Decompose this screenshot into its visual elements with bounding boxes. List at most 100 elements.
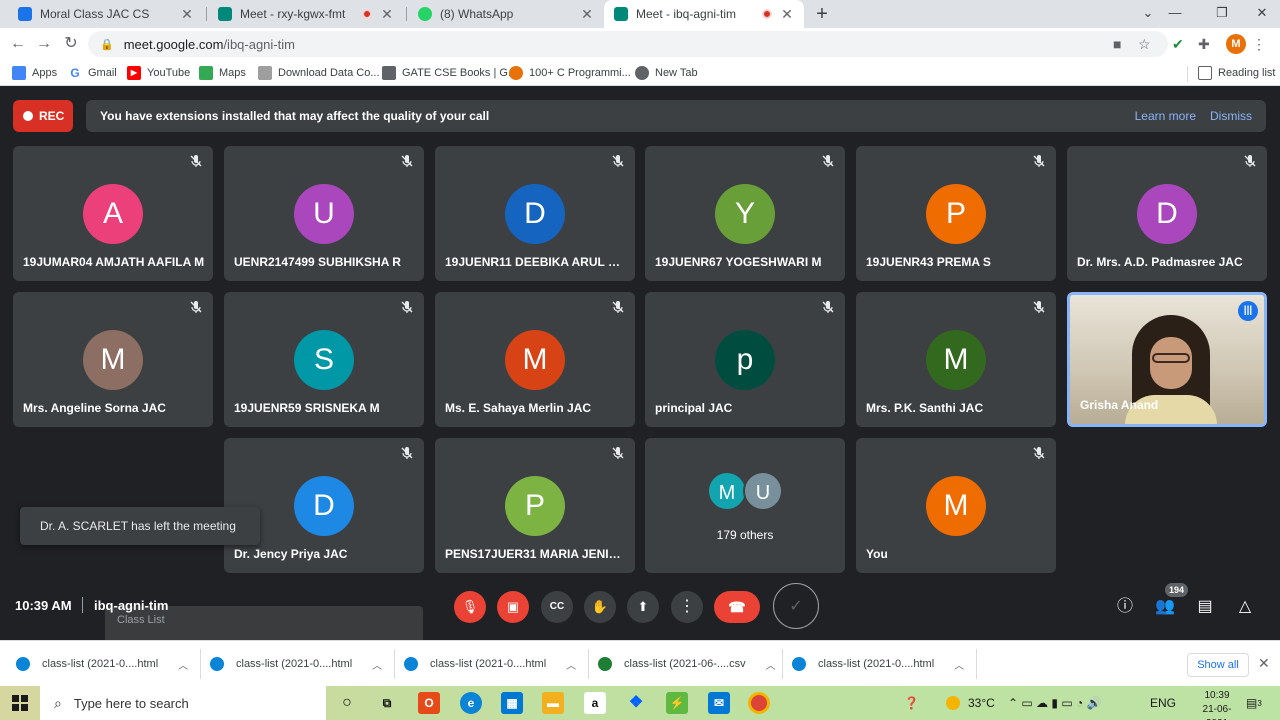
participant-tile[interactable]: D 19JUENR11 DEEBIKA ARUL MAL... [435, 146, 635, 281]
profile-avatar[interactable]: M [1226, 34, 1246, 54]
participant-tile[interactable]: M Mrs. P.K. Santhi JAC [856, 292, 1056, 427]
raise-hand-button[interactable]: ✋ [584, 591, 616, 623]
mic-off-button[interactable]: 🎙 [454, 591, 486, 623]
recording-icon [762, 9, 772, 19]
task-view-icon[interactable]: ⧉ [376, 692, 398, 714]
weather-widget[interactable]: 33°C [946, 686, 995, 720]
edge-icon[interactable]: e [460, 692, 482, 714]
tab-meet-ibq[interactable]: Meet - ibq-agni-tim ✕ [604, 0, 804, 28]
download-item[interactable]: class-list (2021-0....html ︿ [404, 641, 576, 687]
system-clock[interactable]: 10:3921-06-2021 [1192, 689, 1242, 720]
bookmark-youtube[interactable]: ▶ YouTube [127, 64, 190, 82]
chat-icon[interactable]: ▤ [1193, 595, 1217, 619]
record-dot-icon [23, 111, 33, 121]
language-indicator[interactable]: ENG [1150, 686, 1176, 720]
download-item[interactable]: class-list (2021-0....html ︿ [210, 641, 382, 687]
participant-tile[interactable]: M Mrs. Angeline Sorna JAC [13, 292, 213, 427]
participant-tile[interactable]: S 19JUENR59 SRISNEKA M [224, 292, 424, 427]
chevron-up-icon[interactable]: ︿ [178, 657, 188, 672]
show-all-button[interactable]: Show all [1187, 653, 1249, 677]
tab-meet-rxy[interactable]: Meet - rxy-kgwx-fmt ✕ [208, 0, 404, 28]
extension-check-button[interactable]: ✓ [773, 583, 819, 629]
participant-tile[interactable]: Y 19JUENR67 YOGESHWARI M [645, 146, 845, 281]
close-icon[interactable]: ✕ [1258, 655, 1270, 672]
participant-tile[interactable]: D Dr. Jency Priya JAC [224, 438, 424, 573]
bookmark-new-tab[interactable]: New Tab [635, 64, 698, 82]
store-icon[interactable]: ▦ [501, 692, 523, 714]
leave-call-button[interactable]: ☎ [714, 591, 760, 623]
extensions-icon[interactable]: ✚ [1198, 34, 1210, 54]
others-tile[interactable]: M U 179 others [645, 438, 845, 573]
bookmark-gmail[interactable]: G Gmail [68, 64, 116, 82]
bookmark-apps[interactable]: Apps [12, 64, 57, 82]
bookmark-download-data[interactable]: Download Data Co... [258, 64, 380, 82]
tab-moral-class[interactable]: Moral Class JAC CS ✕ [8, 0, 204, 28]
help-icon[interactable]: ❓ [904, 686, 919, 720]
windows-start-icon[interactable] [12, 695, 28, 711]
reload-icon[interactable]: ↻ [61, 34, 81, 54]
tab-search-icon[interactable]: ⌄ [1138, 5, 1158, 21]
forward-arrow-icon[interactable]: → [34, 34, 54, 54]
participant-tile[interactable]: P 19JUENR43 PREMA S [856, 146, 1056, 281]
youtube-icon: ▶ [127, 66, 141, 80]
app-icon[interactable]: ⚡ [666, 692, 688, 714]
close-icon[interactable]: ✕ [580, 6, 594, 23]
camera-icon[interactable]: ■ [1113, 34, 1121, 54]
minimize-button[interactable]: — [1165, 5, 1185, 20]
learn-more-link[interactable]: Learn more [1135, 109, 1196, 123]
check-extension-icon[interactable]: ✔ [1172, 34, 1184, 54]
presenter-video-tile[interactable]: ||| Grisha Anand [1067, 292, 1267, 427]
star-icon[interactable]: ☆ [1138, 34, 1151, 54]
back-arrow-icon[interactable]: ← [8, 34, 28, 54]
tab-whatsapp[interactable]: (8) WhatsApp ✕ [408, 0, 604, 28]
address-bar[interactable]: 🔒 meet.google.com/ibq-agni-tim [88, 31, 1168, 57]
chrome-icon[interactable] [748, 692, 770, 714]
people-icon[interactable]: 👥 [1153, 595, 1177, 619]
taskbar-search[interactable]: ⌕ Type here to search [40, 686, 326, 720]
office-icon[interactable]: O [418, 692, 440, 714]
dismiss-button[interactable]: Dismiss [1210, 109, 1252, 123]
bookmark-gate-books[interactable]: GATE CSE Books | G... [382, 64, 517, 82]
new-tab-button[interactable]: + [812, 4, 832, 24]
participant-tile[interactable]: D Dr. Mrs. A.D. Padmasree JAC [1067, 146, 1267, 281]
download-item[interactable]: class-list (2021-06-....csv ︿ [598, 641, 776, 687]
mail-icon[interactable]: ✉ [708, 692, 730, 714]
participant-tile[interactable]: U UENR2147499 SUBHIKSHA R [224, 146, 424, 281]
notifications-icon[interactable]: ▤ 3 [1246, 686, 1262, 720]
download-item[interactable]: class-list (2021-0....html ︿ [792, 641, 964, 687]
close-window-button[interactable]: ✕ [1252, 5, 1272, 21]
present-screen-button[interactable]: ⬆ [627, 591, 659, 623]
participant-tile[interactable]: M You [856, 438, 1056, 573]
close-icon[interactable]: ✕ [780, 6, 794, 23]
chevron-up-icon[interactable]: ︿ [954, 657, 964, 672]
bookmark-c-programs[interactable]: 100+ C Programmi... [509, 64, 631, 82]
participant-tile[interactable]: A 19JUMAR04 AMJATH AAFILA M [13, 146, 213, 281]
avatar: D [294, 476, 354, 536]
captions-button[interactable]: CC [541, 591, 573, 623]
maximize-button[interactable]: ❐ [1212, 5, 1232, 21]
more-options-button[interactable]: ⋮ [671, 591, 703, 623]
chevron-up-icon[interactable]: ︿ [372, 657, 382, 672]
amazon-icon[interactable]: a [584, 692, 606, 714]
participant-tile[interactable]: P PENS17JUER31 MARIA JENIFER.S [435, 438, 635, 573]
participant-tile[interactable]: p principal JAC [645, 292, 845, 427]
activities-icon[interactable]: △ [1233, 595, 1257, 619]
chevron-up-icon[interactable]: ︿ [766, 657, 776, 672]
camera-off-button[interactable]: ▣ [497, 591, 529, 623]
cortana-icon[interactable]: ○ [336, 692, 358, 714]
menu-icon[interactable]: ⋮ [1252, 34, 1266, 54]
dropbox-icon[interactable]: ❖ [625, 692, 647, 714]
avatar: p [715, 330, 775, 390]
info-icon[interactable]: ⓘ [1113, 595, 1137, 619]
participant-tile[interactable]: M Ms. E. Sahaya Merlin JAC [435, 292, 635, 427]
download-item[interactable]: class-list (2021-0....html ︿ [16, 641, 188, 687]
chevron-up-icon[interactable]: ︿ [566, 657, 576, 672]
tray-icons[interactable]: ⌃ ▭ ☁ ▮ ▭ ◔ 🔊 [1008, 686, 1102, 720]
file-icon [16, 657, 30, 671]
close-icon[interactable]: ✕ [180, 6, 194, 23]
bookmark-maps[interactable]: Maps [199, 64, 246, 82]
close-icon[interactable]: ✕ [380, 6, 394, 23]
download-filename: class-list (2021-06-....csv [624, 658, 746, 670]
reading-list-button[interactable]: Reading list [1198, 64, 1275, 82]
file-explorer-icon[interactable]: ▬ [542, 692, 564, 714]
